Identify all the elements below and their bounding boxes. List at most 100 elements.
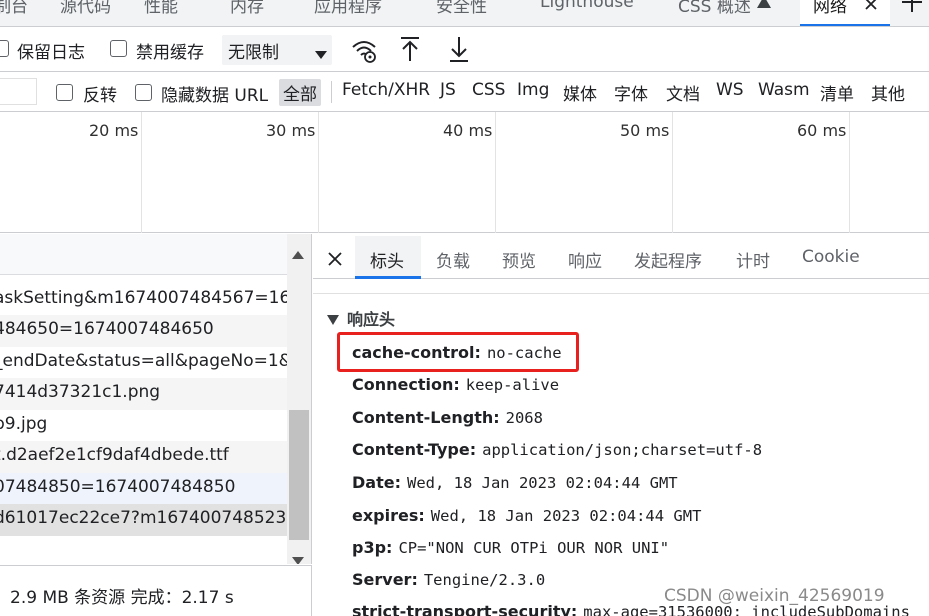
header-row: Content-Length: 2068 (352, 408, 543, 427)
warning-triangle-icon (756, 0, 772, 13)
scrollbar-thumb[interactable] (289, 410, 309, 540)
tab-active-indicator (800, 24, 890, 26)
type-js-button[interactable]: JS (436, 79, 460, 106)
header-value: Wed, 18 Jan 2023 02:04:44 GMT (406, 474, 678, 492)
header-value: CP="NON CUR OTPi OUR NOR UNI" (398, 539, 670, 557)
header-key: Content-Type: (352, 440, 477, 459)
tab-sources[interactable]: 源代码 (60, 0, 111, 17)
close-icon[interactable] (328, 251, 342, 270)
disable-cache-label: 禁用缓存 (136, 43, 204, 63)
details-tab-active-indicator (355, 276, 421, 279)
filter-bar: 反转 隐藏数据 URL 全部 Fetch/XHR JS CSS Img 媒体 字… (0, 73, 929, 112)
divider (331, 81, 332, 103)
triangle-down-icon[interactable] (327, 310, 339, 329)
header-key: Date: (352, 473, 401, 492)
tab-payload[interactable]: 负载 (436, 247, 470, 272)
tab-initiator[interactable]: 发起程序 (634, 247, 702, 272)
plus-icon[interactable] (900, 0, 924, 18)
tab-memory[interactable]: 内存 (230, 0, 264, 17)
table-row[interactable]: 484650=1674007484650 (0, 315, 287, 347)
tab-cookies[interactable]: Cookie (802, 247, 860, 267)
type-wasm-button[interactable]: Wasm (754, 79, 814, 106)
throttling-value: 无限制 (228, 43, 279, 63)
tab-lighthouse[interactable]: Lighthouse (540, 0, 634, 12)
type-media-button[interactable]: 媒体 (559, 79, 601, 106)
hide-data-url-checkbox[interactable] (135, 84, 152, 101)
request-list-header[interactable] (0, 234, 287, 275)
header-row: Date: Wed, 18 Jan 2023 02:04:44 GMT (352, 473, 678, 492)
header-key: Connection: (352, 375, 460, 394)
header-value: Tengine/2.3.0 (423, 571, 546, 589)
response-headers-title[interactable]: 响应头 (347, 306, 395, 330)
tab-headers[interactable]: 标头 (370, 247, 404, 272)
devtools-tab-strip: 制台 源代码 性能 内存 应用程序 安全性 Lighthouse CSS 概述 … (0, 0, 929, 27)
table-row[interactable]: t.d2aef2e1cf9daf4dbede.ttf (0, 441, 287, 473)
table-row[interactable]: askSetting&m1674007484567=16740 (0, 284, 287, 316)
details-tab-bar: 标头 负载 预览 响应 发起程序 计时 Cookie (313, 234, 929, 279)
type-fetch-xhr-button[interactable]: Fetch/XHR (338, 79, 434, 106)
type-manifest-button[interactable]: 清单 (816, 79, 858, 106)
type-ws-button[interactable]: WS (712, 79, 748, 106)
preserve-log-label: 保留日志 (17, 43, 85, 63)
preserve-log-checkbox[interactable] (0, 40, 9, 57)
header-value: 2068 (505, 409, 543, 427)
table-row[interactable]: 7414d37321c1.png (0, 378, 287, 410)
tab-timing[interactable]: 计时 (736, 247, 770, 272)
download-arrow-icon[interactable] (447, 35, 471, 67)
header-key: Server: (352, 570, 418, 589)
tab-css-overview[interactable]: CSS 概述 (678, 0, 751, 17)
throttling-select[interactable]: 无限制 (222, 35, 332, 65)
watermark: CSDN @weixin_42569019 (664, 586, 885, 606)
type-img-button[interactable]: Img (513, 79, 553, 106)
dropdown-caret-icon (314, 45, 328, 64)
section-divider (313, 280, 929, 294)
header-row: Server: Tengine/2.3.0 (352, 570, 545, 589)
scroll-up-icon[interactable] (292, 244, 304, 263)
close-icon[interactable] (864, 0, 878, 15)
tab-response[interactable]: 响应 (568, 247, 602, 272)
tab-security[interactable]: 安全性 (436, 0, 487, 17)
invert-checkbox[interactable] (56, 84, 73, 101)
header-row: Content-Type: application/json;charset=ut… (352, 440, 762, 459)
wifi-throttle-icon[interactable] (350, 37, 378, 67)
tick-label: 50 ms (620, 121, 670, 140)
type-all-button[interactable]: 全部 (279, 79, 321, 106)
disable-cache-checkbox[interactable] (110, 40, 127, 57)
request-list: askSetting&m1674007484567=16740 484650=1… (0, 234, 312, 564)
annotation-highlight-box (337, 332, 579, 372)
type-css-button[interactable]: CSS (468, 79, 509, 106)
header-value: Wed, 18 Jan 2023 02:04:44 GMT (430, 507, 702, 525)
type-other-button[interactable]: 其他 (867, 79, 909, 106)
tab-network[interactable]: 网络 (813, 0, 847, 17)
status-text: 2.9 MB 条资源 完成：2.17 s (10, 588, 234, 608)
tab-performance[interactable]: 性能 (144, 0, 178, 17)
grid-line (849, 112, 850, 233)
header-key: expires: (352, 506, 425, 525)
header-value: keep-alive (465, 376, 560, 394)
network-toolbar: 保留日志 禁用缓存 无限制 (0, 28, 929, 72)
tab-application[interactable]: 应用程序 (314, 0, 382, 17)
scroll-down-icon[interactable] (292, 550, 304, 564)
table-row-selected[interactable]: d61017ec22ce7?m1674007485231=... (0, 504, 287, 536)
table-row[interactable]: 07484850=1674007484850 (0, 473, 287, 505)
header-key: p3p: (352, 538, 393, 557)
header-row: expires: Wed, 18 Jan 2023 02:04:44 GMT (352, 506, 701, 525)
upload-arrow-icon[interactable] (398, 35, 422, 67)
timeline-overview[interactable]: 20 ms 30 ms 40 ms 50 ms 60 ms (0, 112, 929, 233)
grid-line (318, 112, 319, 233)
filter-input[interactable] (0, 78, 37, 105)
table-row[interactable]: _endDate&status=all&pageNo=1&p (0, 347, 287, 379)
type-font-button[interactable]: 字体 (610, 79, 652, 106)
tab-console[interactable]: 制台 (0, 0, 28, 17)
tick-label: 60 ms (797, 121, 847, 140)
header-row: p3p: CP="NON CUR OTPi OUR NOR UNI" (352, 538, 669, 557)
header-value: application/json;charset=utf-8 (482, 441, 763, 459)
header-key: Content-Length: (352, 408, 500, 427)
type-doc-button[interactable]: 文档 (662, 79, 704, 106)
grid-line (672, 112, 673, 233)
grid-line (495, 112, 496, 233)
table-row[interactable]: b9.jpg (0, 410, 287, 442)
tab-preview[interactable]: 预览 (502, 247, 536, 272)
status-bar: 2.9 MB 条资源 完成：2.17 s (0, 565, 312, 616)
grid-line (141, 112, 142, 233)
